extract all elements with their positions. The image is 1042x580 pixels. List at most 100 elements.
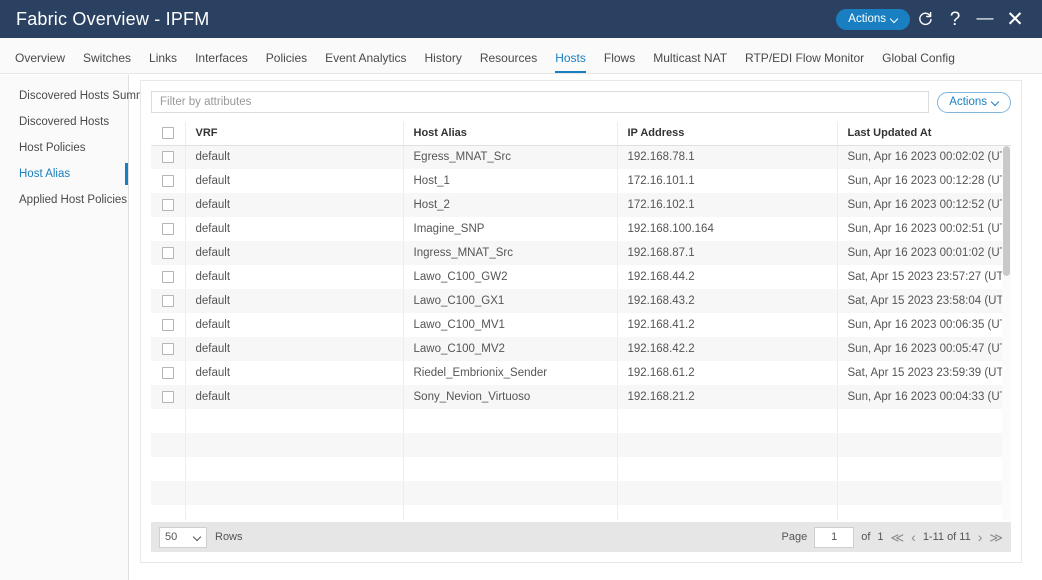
cell-ip-address: 192.168.87.1 <box>617 241 838 265</box>
cell-ip-address: 192.168.61.2 <box>617 361 838 385</box>
column-header-vrf[interactable]: VRF <box>185 122 404 146</box>
cell-vrf: default <box>185 361 404 385</box>
table-row[interactable]: default Riedel_Embrionix_Sender 192.168.61… <box>151 361 1011 385</box>
table-row[interactable]: default Host_2 172.16.102.1 Sun, Apr 16 202… <box>151 193 1011 217</box>
minimize-icon[interactable]: — <box>970 0 1000 38</box>
select-all-checkbox[interactable] <box>161 127 174 140</box>
close-icon[interactable]: ✕ <box>1000 0 1030 38</box>
empty-cell <box>617 505 838 520</box>
table-row[interactable]: default Imagine_SNP 192.168.100.164 Sun, Ap… <box>151 217 1011 241</box>
row-select-cell[interactable] <box>151 193 186 217</box>
empty-cell <box>403 481 618 505</box>
tab-flows[interactable]: Flows <box>595 51 644 73</box>
record-range-text: 1-11 of 11 <box>922 531 971 543</box>
table-actions-button[interactable]: Actions <box>937 91 1011 113</box>
cell-vrf: default <box>185 265 404 289</box>
column-header-last-updated-at[interactable]: Last Updated At <box>837 122 1011 146</box>
tab-multicast-nat[interactable]: Multicast NAT <box>644 51 736 73</box>
prev-page-button[interactable]: ‹ <box>911 530 916 544</box>
select-all-header[interactable] <box>151 122 186 146</box>
table-row[interactable]: default Host_1 172.16.101.1 Sun, Apr 16 202… <box>151 169 1011 193</box>
row-checkbox[interactable] <box>161 294 174 307</box>
cell-host-alias: Imagine_SNP <box>403 217 618 241</box>
left-sidebar: Discovered Hosts Summary Discovered Hosts… <box>0 75 162 580</box>
table-row[interactable]: default Sony_Nevion_Virtuoso 192.168.21.2 S… <box>151 385 1011 409</box>
table-row[interactable]: default Lawo_C100_MV2 192.168.42.2 Sun, Apr… <box>151 337 1011 361</box>
empty-cell <box>837 457 1011 481</box>
row-select-cell[interactable] <box>151 169 186 193</box>
row-select-cell[interactable] <box>151 145 186 169</box>
row-select-cell[interactable] <box>151 241 186 265</box>
row-checkbox[interactable] <box>161 270 174 283</box>
row-select-cell[interactable] <box>151 337 186 361</box>
tab-switches[interactable]: Switches <box>74 51 140 73</box>
sidebar-item-applied-host-policies[interactable]: Applied Host Policies <box>0 187 128 213</box>
empty-cell <box>185 433 404 457</box>
refresh-icon[interactable] <box>910 0 940 38</box>
header-actions-button[interactable]: Actions <box>836 8 910 30</box>
main-tabstrip: Overview Switches Links Interfaces Policies E… <box>0 38 1042 74</box>
row-checkbox[interactable] <box>161 246 174 259</box>
row-select-cell[interactable] <box>151 361 186 385</box>
row-select-cell[interactable] <box>151 265 186 289</box>
titlebar-controls: Actions ? — ✕ <box>836 0 1030 38</box>
tab-links[interactable]: Links <box>140 51 186 73</box>
scrollbar-thumb[interactable] <box>1003 146 1010 276</box>
tab-overview[interactable]: Overview <box>6 51 74 73</box>
filter-input[interactable] <box>151 91 930 113</box>
help-icon[interactable]: ? <box>940 0 970 38</box>
column-header-ip-address[interactable]: IP Address <box>617 122 838 146</box>
row-checkbox[interactable] <box>161 174 174 187</box>
table-header-row: VRF Host Alias IP Address Last Updated A… <box>151 122 1011 146</box>
row-checkbox[interactable] <box>161 151 174 164</box>
header-actions-label: Actions <box>848 13 886 25</box>
row-checkbox[interactable] <box>161 366 174 379</box>
tab-hosts[interactable]: Hosts <box>546 51 595 73</box>
row-checkbox[interactable] <box>161 342 174 355</box>
row-checkbox[interactable] <box>161 318 174 331</box>
empty-cell <box>617 481 838 505</box>
column-header-host-alias[interactable]: Host Alias <box>403 122 618 146</box>
chevron-down-icon <box>992 99 999 106</box>
cell-ip-address: 192.168.78.1 <box>617 145 838 169</box>
chevron-down-icon <box>194 534 201 541</box>
table-vertical-scrollbar[interactable] <box>1002 146 1011 520</box>
table-row[interactable]: default Lawo_C100_MV1 192.168.41.2 Sun, Apr… <box>151 313 1011 337</box>
row-checkbox[interactable] <box>161 390 174 403</box>
next-page-button[interactable]: › <box>978 530 983 544</box>
first-page-button[interactable]: ≪ <box>891 531 905 544</box>
tab-interfaces[interactable]: Interfaces <box>186 51 257 73</box>
tab-resources[interactable]: Resources <box>471 51 546 73</box>
table-row[interactable]: default Lawo_C100_GX1 192.168.43.2 Sat, Apr… <box>151 289 1011 313</box>
cell-last-updated-at: Sun, Apr 16 2023 00:06:35 (UTC) <box>847 319 1012 331</box>
table-row[interactable]: default Lawo_C100_GW2 192.168.44.2 Sat, Apr… <box>151 265 1011 289</box>
sidebar-item-discovered-hosts-summary[interactable]: Discovered Hosts Summary <box>0 83 162 109</box>
page-title: Fabric Overview - IPFM <box>16 8 210 29</box>
empty-cell <box>403 505 618 520</box>
table-row[interactable]: default Ingress_MNAT_Src 192.168.87.1 Sun, … <box>151 241 1011 265</box>
tab-rtp-edi-flow-monitor[interactable]: RTP/EDI Flow Monitor <box>736 51 873 73</box>
page-number-input[interactable]: 1 <box>814 526 855 548</box>
row-checkbox[interactable] <box>161 222 174 235</box>
sidebar-item-host-alias[interactable]: Host Alias <box>0 161 128 187</box>
cell-ip-address: 192.168.100.164 <box>617 217 838 241</box>
cell-ip-address: 192.168.21.2 <box>617 385 838 409</box>
row-checkbox[interactable] <box>161 198 174 211</box>
table-row[interactable]: default Egress_MNAT_Src 192.168.78.1 Sun, A… <box>151 145 1011 169</box>
tab-history[interactable]: History <box>416 51 471 73</box>
row-select-cell[interactable] <box>151 313 186 337</box>
row-select-cell[interactable] <box>151 289 186 313</box>
row-select-cell[interactable] <box>151 217 186 241</box>
rows-per-page-select[interactable]: 50 <box>159 526 207 548</box>
empty-cell <box>617 457 838 481</box>
tab-event-analytics[interactable]: Event Analytics <box>316 51 415 73</box>
cell-vrf: default <box>185 145 404 169</box>
sidebar-item-host-policies[interactable]: Host Policies <box>0 135 128 161</box>
tab-global-config[interactable]: Global Config <box>873 51 964 73</box>
tab-policies[interactable]: Policies <box>257 51 316 73</box>
sidebar-item-discovered-hosts[interactable]: Discovered Hosts <box>0 109 128 135</box>
minimize-glyph: — <box>976 7 994 27</box>
table-empty-row <box>151 409 1011 433</box>
row-select-cell[interactable] <box>151 385 186 409</box>
last-page-button[interactable]: ≫ <box>989 531 1003 544</box>
